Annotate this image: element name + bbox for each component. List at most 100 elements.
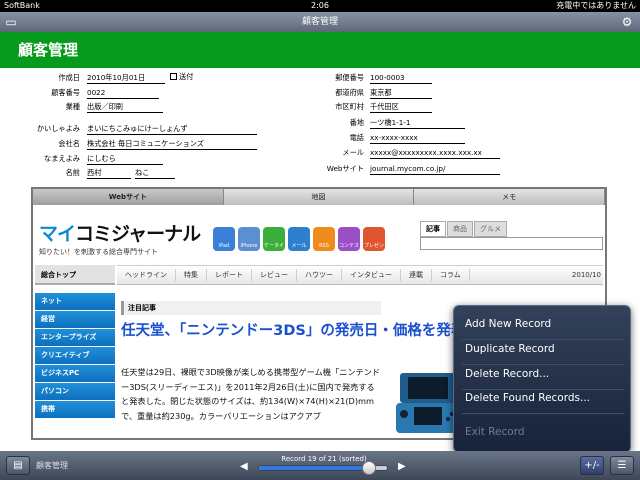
gear-icon[interactable]: ⚙ — [620, 15, 634, 29]
list-search-icon: ☰ — [617, 460, 627, 471]
present-icon[interactable]: プレゼント — [363, 227, 385, 257]
site-tagline: 知りたい！を刺激する総合専門サイト — [39, 248, 158, 256]
city-label: 市区町村 — [335, 102, 364, 111]
site-search-input[interactable] — [420, 237, 603, 250]
nav-report[interactable]: レポート — [207, 269, 252, 281]
layout-icon: ▤ — [13, 460, 23, 471]
company-name-field[interactable]: 株式会社 毎日コミュニケーションズ — [87, 138, 257, 150]
company-reading-field[interactable]: まいにちこみゅにけーしょんず — [87, 123, 257, 135]
phone-field[interactable]: xx-xxxx-xxxx — [370, 132, 465, 144]
sidebar-item-business[interactable]: 経営 — [35, 311, 115, 329]
address-field[interactable]: 一ツ橋1-1-1 — [370, 117, 465, 129]
menu-divider — [462, 413, 624, 414]
clock: 2:06 — [311, 1, 329, 10]
previous-record-button[interactable]: ◀ — [240, 461, 248, 472]
postal-code-field[interactable]: 100-0003 — [370, 72, 432, 84]
bottom-toolbar: ▤ 顧客管理 ◀ Record 19 of 21 (sorted) ▶ +/- … — [0, 451, 640, 480]
iphone-icon[interactable]: iPhone — [238, 227, 260, 251]
logo-rest: コミジャーナル — [75, 223, 201, 245]
nav-headline[interactable]: ヘッドライン — [117, 269, 176, 281]
record-actions-popover: Add New Record Duplicate Record Delete R… — [453, 305, 631, 462]
layout-name: 顧客管理 — [36, 461, 68, 470]
layouts-button[interactable]: ▤ — [6, 456, 30, 475]
nav-date: 2010/10 — [571, 271, 601, 279]
customer-number-label: 顧客番号 — [51, 88, 80, 97]
nav-review[interactable]: レビュー — [252, 269, 297, 281]
first-name-field[interactable]: ねこ — [135, 167, 175, 179]
tab-map[interactable]: 地図 — [223, 189, 415, 205]
exit-record-item: Exit Record — [465, 426, 525, 438]
sidebar-item-creative[interactable]: クリエイティブ — [35, 347, 115, 365]
rss-icon[interactable]: RSS — [313, 227, 335, 251]
created-date-field[interactable]: 2010年10月01日 — [87, 72, 165, 84]
nav-series[interactable]: 連載 — [401, 269, 432, 281]
name-label: 名前 — [65, 168, 80, 177]
delete-record-item[interactable]: Delete Record... — [465, 368, 549, 380]
site-sidebar: 総合トップ ネット 経営 エンタープライズ クリエイティブ ビジネスPC パソコ… — [35, 265, 115, 438]
search-tab-products[interactable]: 商品 — [447, 221, 473, 237]
created-date-label: 作成日 — [58, 73, 80, 82]
website-label: Webサイト — [326, 164, 364, 173]
sent-checkbox[interactable] — [170, 73, 177, 80]
menu-divider — [462, 364, 624, 365]
sidebar-item-enterprise[interactable]: エンタープライズ — [35, 329, 115, 347]
contest-icon[interactable]: コンテスト — [338, 227, 360, 257]
search-tab-gourmet[interactable]: グルメ — [474, 221, 507, 237]
nav-interview[interactable]: インタビュー — [342, 269, 401, 281]
menu-divider — [462, 339, 624, 340]
next-record-button[interactable]: ▶ — [398, 461, 406, 472]
prefecture-label: 都道府県 — [335, 88, 364, 97]
plus-minus-icon: +/- — [584, 460, 600, 471]
tab-memo[interactable]: メモ — [414, 189, 605, 205]
phone-label: 電話 — [349, 133, 364, 142]
sidebar-item-net[interactable]: ネット — [35, 293, 115, 311]
record-slider-thumb[interactable] — [362, 461, 377, 475]
add-new-record-item[interactable]: Add New Record — [465, 318, 551, 330]
search-tabs: 記事 商品 グルメ — [420, 221, 507, 237]
sidebar-item-pc[interactable]: パソコン — [35, 383, 115, 401]
record-slider[interactable] — [258, 461, 388, 475]
sidebar-item-top[interactable]: 総合トップ — [35, 265, 115, 285]
tab-website[interactable]: Webサイト — [33, 189, 224, 205]
nav-feature[interactable]: 特集 — [176, 269, 207, 281]
windows-icon[interactable]: ▭ — [4, 15, 18, 29]
delete-found-records-item[interactable]: Delete Found Records... — [465, 392, 590, 404]
duplicate-record-item[interactable]: Duplicate Record — [465, 343, 555, 355]
name-reading-field[interactable]: にしむら — [87, 153, 163, 165]
sent-checkbox-label: 送付 — [179, 72, 194, 81]
name-reading-label: なまえよみ — [44, 154, 80, 163]
tab-bar: Webサイト 地図 メモ — [33, 189, 605, 205]
city-field[interactable]: 千代田区 — [370, 101, 432, 113]
sidebar-item-mobile[interactable]: 携帯 — [35, 401, 115, 419]
company-reading-label: かいしゃよみ — [36, 124, 80, 133]
title-bar: ▭ 顧客管理 ⚙ — [0, 12, 640, 32]
battery-status: 充電中ではありません — [556, 1, 636, 10]
nav-howto[interactable]: ハウツー — [297, 269, 342, 281]
sidebar-item-business-pc[interactable]: ビジネスPC — [35, 365, 115, 383]
menu-divider — [462, 389, 624, 390]
window-title: 顧客管理 — [301, 17, 338, 27]
mail-icon[interactable]: メール — [288, 227, 310, 251]
site-logo[interactable]: マイコミジャーナル — [39, 219, 201, 246]
customer-number-field[interactable]: 0022 — [87, 87, 159, 99]
mobile-icon[interactable]: ケータイ — [263, 227, 285, 251]
email-field[interactable]: xxxxx@xxxxxxxxx.xxxx.xxx.xx — [370, 147, 500, 159]
status-bar: SoftBank 2:06 充電中ではありません — [0, 0, 640, 12]
industry-field[interactable]: 出版／印刷 — [87, 101, 163, 113]
postal-code-label: 郵便番号 — [335, 73, 364, 82]
article-body: 任天堂は29日、裸眼で3D映像が楽しめる携帯型ゲーム機「ニンテンドー3DS(スリ… — [121, 367, 381, 421]
prefecture-field[interactable]: 東京都 — [370, 87, 432, 99]
search-tab-articles[interactable]: 記事 — [420, 221, 446, 237]
site-nav: ヘッドライン 特集 レポート レビュー ハウツー インタビュー 連載 コラム 2… — [117, 265, 603, 285]
nav-column[interactable]: コラム — [432, 269, 470, 281]
record-slider-fill — [259, 466, 370, 470]
website-field[interactable]: journal.mycom.co.jp/ — [370, 163, 500, 175]
last-name-field[interactable]: 西村 — [87, 167, 131, 179]
page-title: 顧客管理 — [0, 32, 640, 68]
email-label: メール — [342, 148, 364, 157]
featured-label: 注目記事 — [121, 301, 381, 315]
ipad-icon[interactable]: iPad — [213, 227, 235, 251]
record-actions-button[interactable]: +/- — [580, 456, 604, 475]
industry-label: 業種 — [65, 102, 80, 111]
find-sort-button[interactable]: ☰ — [610, 456, 634, 475]
